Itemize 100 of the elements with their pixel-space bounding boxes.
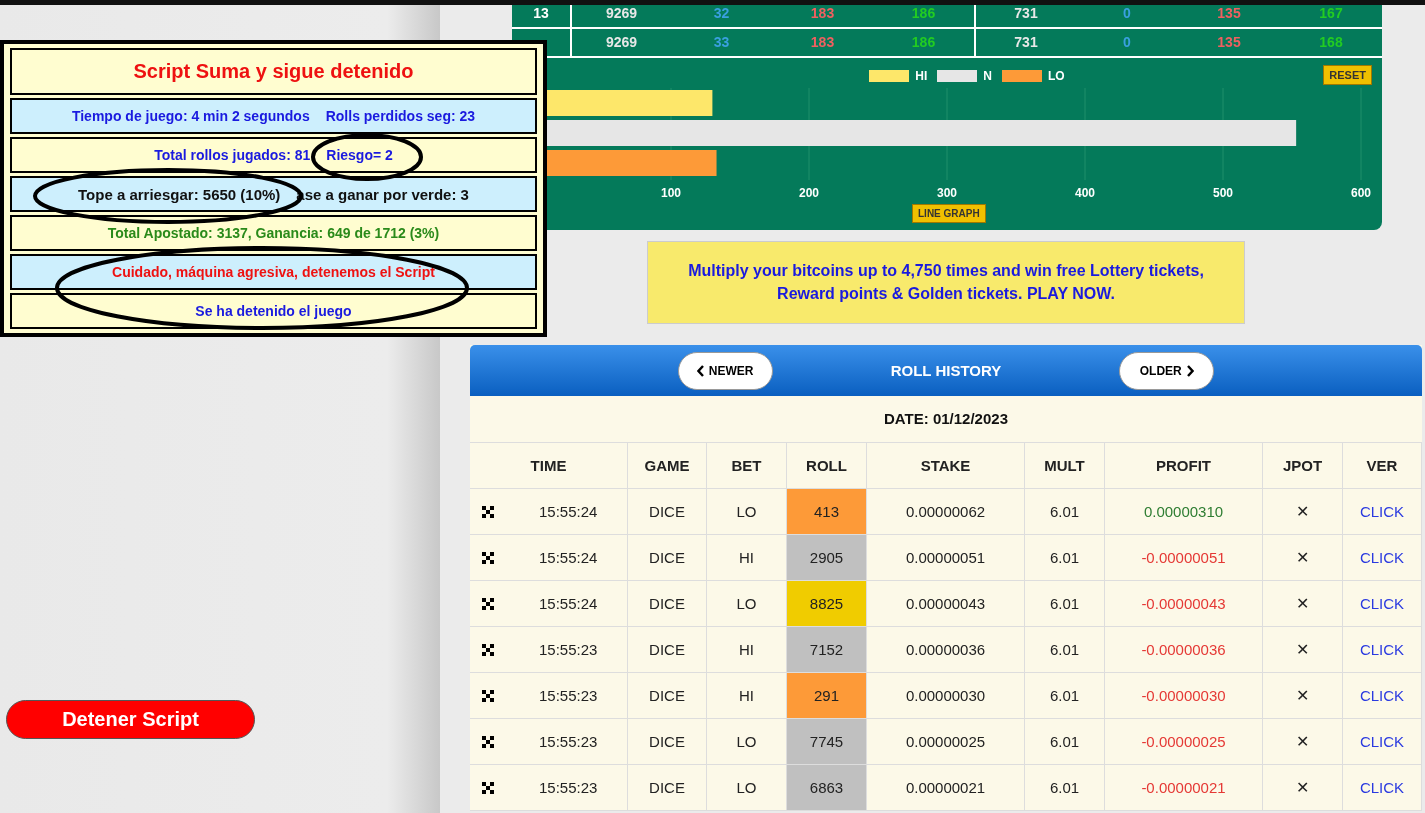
verify-link[interactable]: CLICK [1359, 595, 1405, 612]
stat-cell-text: 13 [532, 4, 550, 23]
stat-cell: 9269 [570, 29, 671, 56]
column-header: BET [707, 443, 787, 489]
dice-icon [482, 505, 494, 518]
stake-cell: 0.00000062 [867, 489, 1025, 535]
time-cell: 15:55:23 [539, 733, 598, 750]
roll-cell: 8825 [787, 581, 867, 627]
column-header: MULT [1025, 443, 1105, 489]
dice-icon [482, 735, 494, 748]
time-cell: 15:55:23 [539, 779, 598, 796]
roll-cell: 2905 [787, 535, 867, 581]
stake-cell: 0.00000021 [867, 765, 1025, 811]
dice-icon [482, 597, 494, 610]
game-cell: DICE [628, 765, 707, 811]
mult-cell: 6.01 [1025, 489, 1105, 535]
profit-cell: -0.00000030 [1105, 673, 1263, 719]
jackpot-cell: ✕ [1263, 765, 1343, 811]
banner-text: Multiply your bitcoins up to 4,750 times and win free Lottery tickets, [688, 262, 1204, 280]
roll-cell: 291 [787, 673, 867, 719]
verify-link[interactable]: CLICK [1359, 503, 1405, 520]
stat-cell-text: 186 [910, 33, 937, 52]
legend-label: LO [1048, 69, 1065, 83]
stake-cell: 0.00000036 [867, 627, 1025, 673]
column-header: JPOT [1263, 443, 1343, 489]
mult-cell: 6.01 [1025, 627, 1105, 673]
time-cell: 15:55:23 [539, 687, 598, 704]
stat-cell-text: 183 [809, 4, 836, 23]
stake-cell: 0.00000025 [867, 719, 1025, 765]
verify-link[interactable]: CLICK [1359, 687, 1405, 704]
stake-cell: 0.00000043 [867, 581, 1025, 627]
stat-cell-text: 32 [712, 4, 731, 23]
dice-icon [482, 689, 494, 702]
status-text: Tiempo de juego: 4 min 2 segundos [71, 108, 310, 125]
stat-cell-text: 33 [712, 33, 731, 52]
game-cell: DICE [628, 535, 707, 581]
stat-cell-text: 135 [1216, 4, 1242, 23]
reset-button[interactable]: RESET [1323, 65, 1372, 85]
jackpot-cell: ✕ [1263, 719, 1343, 765]
stat-cell-text: 0 [1122, 33, 1132, 52]
legend-label: N [983, 69, 992, 83]
stat-cell-text: 0 [1122, 4, 1132, 23]
chevron-right-icon [1185, 364, 1194, 377]
axis-tick-label: 400 [1075, 186, 1095, 200]
mult-cell: 6.01 [1025, 581, 1105, 627]
status-text: Script Suma y sigue detenido [133, 60, 414, 84]
game-cell: DICE [628, 719, 707, 765]
column-header: VER [1343, 443, 1422, 489]
axis-tick-label: 300 [937, 186, 957, 200]
status-text: Rolls perdidos seg: 23 [325, 108, 476, 125]
jackpot-cell: ✕ [1263, 489, 1343, 535]
verify-link[interactable]: CLICK [1359, 779, 1405, 796]
profit-cell: -0.00000021 [1105, 765, 1263, 811]
roll-cell: 413 [787, 489, 867, 535]
axis-tick-label: 600 [1351, 186, 1371, 200]
legend-label: HI [915, 69, 928, 83]
mult-cell: 6.01 [1025, 719, 1105, 765]
profit-cell: -0.00000051 [1105, 535, 1263, 581]
newer-button[interactable]: NEWER [677, 351, 773, 390]
stake-cell: 0.00000051 [867, 535, 1025, 581]
stat-cell-text: 186 [910, 4, 937, 23]
game-cell: DICE [628, 489, 707, 535]
time-cell: 15:55:24 [539, 595, 598, 612]
profit-cell: -0.00000043 [1105, 581, 1263, 627]
stop-script-button[interactable]: Detener Script [6, 700, 255, 739]
mult-cell: 6.01 [1025, 673, 1105, 719]
mult-cell: 6.01 [1025, 535, 1105, 581]
banner-text: Reward points & Golden tickets. PLAY NOW. [777, 285, 1115, 303]
column-header: PROFIT [1105, 443, 1263, 489]
mult-cell: 6.01 [1025, 765, 1105, 811]
jackpot-cell: ✕ [1263, 535, 1343, 581]
jackpot-cell: ✕ [1263, 581, 1343, 627]
line-graph-button[interactable]: LINE GRAPH [912, 204, 986, 223]
stake-cell: 0.00000030 [867, 673, 1025, 719]
status-text: Tope a arriesgar: 5650 (10%) [78, 185, 281, 203]
verify-link[interactable]: CLICK [1359, 733, 1405, 750]
roll-cell: 7152 [787, 627, 867, 673]
column-header: STAKE [867, 443, 1025, 489]
axis-tick-label: 200 [799, 186, 819, 200]
promo-banner[interactable]: Multiply your bitcoins up to 4,750 times and win free Lottery tickets, Reward points & Golden tickets. PLAY NOW. [647, 241, 1245, 324]
axis-tick-label: 100 [661, 186, 681, 200]
profit-cell: -0.00000025 [1105, 719, 1263, 765]
column-header: GAME [628, 443, 707, 489]
status-text: Se ha detenido el juego [195, 303, 352, 319]
roll-history-title: ROLL HISTORY [890, 362, 1002, 379]
older-button[interactable]: OLDER [1119, 351, 1215, 390]
status-text: Total rollos jugados: 81 [154, 147, 311, 164]
time-cell: 15:55:24 [539, 503, 598, 520]
game-cell: DICE [628, 673, 707, 719]
profit-cell: -0.00000036 [1105, 627, 1263, 673]
stat-cell-text: 135 [1216, 33, 1242, 52]
verify-link[interactable]: CLICK [1359, 549, 1405, 566]
jackpot-cell: ✕ [1263, 627, 1343, 673]
time-cell: 15:55:23 [539, 641, 598, 658]
date-label: DATE: 01/12/2023 [470, 396, 1422, 443]
dice-icon [482, 643, 494, 656]
status-text: Cuidado, máquina agresiva, detenemos el Script [112, 264, 435, 280]
status-text: Riesgo= 2 [326, 147, 393, 164]
verify-link[interactable]: CLICK [1359, 641, 1405, 658]
roll-cell: 7745 [787, 719, 867, 765]
